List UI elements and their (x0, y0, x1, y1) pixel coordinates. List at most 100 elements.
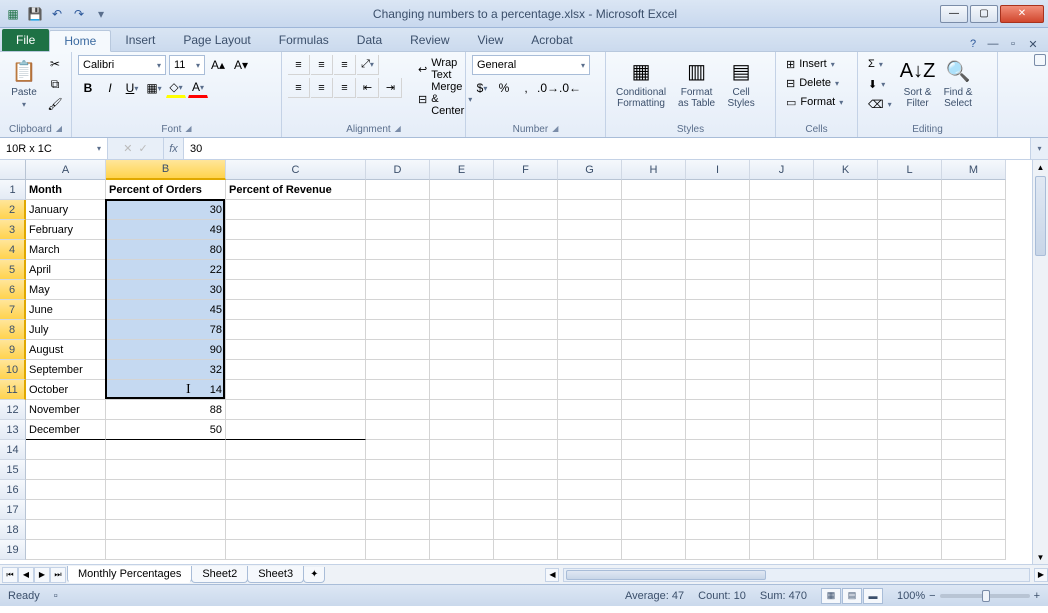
zoom-knob[interactable] (982, 590, 990, 602)
page-break-view-icon[interactable]: ▬ (863, 588, 883, 604)
close-workbook-icon[interactable]: ✕ (1026, 37, 1040, 51)
cell-G2[interactable] (558, 200, 622, 220)
cell-D9[interactable] (366, 340, 430, 360)
minimize-button[interactable]: — (940, 5, 968, 23)
cell-H3[interactable] (622, 220, 686, 240)
font-name-dropdown[interactable]: Calibri▾ (78, 55, 166, 75)
cell-E1[interactable] (430, 180, 494, 200)
cell-I2[interactable] (686, 200, 750, 220)
cell-J8[interactable] (750, 320, 814, 340)
cell-I6[interactable] (686, 280, 750, 300)
cell-K14[interactable] (814, 440, 878, 460)
new-sheet-button[interactable]: ✦ (303, 567, 325, 583)
cell-K13[interactable] (814, 420, 878, 440)
cell-J4[interactable] (750, 240, 814, 260)
cell-J3[interactable] (750, 220, 814, 240)
cancel-icon[interactable]: ✕ (123, 142, 132, 155)
cell-M4[interactable] (942, 240, 1006, 260)
cell-F11[interactable] (494, 380, 558, 400)
row-header-2[interactable]: 2 (0, 200, 26, 220)
redo-icon[interactable]: ↷ (70, 5, 88, 23)
cell-A18[interactable] (26, 520, 106, 540)
macro-record-icon[interactable]: ▫ (54, 590, 58, 602)
hscroll-thumb[interactable] (566, 570, 766, 580)
cell-G1[interactable] (558, 180, 622, 200)
cell-C11[interactable] (226, 380, 366, 400)
percent-format-icon[interactable]: % (494, 78, 514, 98)
cell-H10[interactable] (622, 360, 686, 380)
cell-K3[interactable] (814, 220, 878, 240)
cell-F8[interactable] (494, 320, 558, 340)
column-header-F[interactable]: F (494, 160, 558, 180)
cell-E16[interactable] (430, 480, 494, 500)
cell-K15[interactable] (814, 460, 878, 480)
underline-button[interactable]: U▾ (122, 78, 142, 98)
cell-J19[interactable] (750, 540, 814, 560)
cell-I8[interactable] (686, 320, 750, 340)
cell-G3[interactable] (558, 220, 622, 240)
format-cells-button[interactable]: ▭Format▾ (782, 93, 851, 111)
cell-A12[interactable]: November (26, 400, 106, 420)
row-header-1[interactable]: 1 (0, 180, 26, 200)
cell-M3[interactable] (942, 220, 1006, 240)
cell-F5[interactable] (494, 260, 558, 280)
cell-J2[interactable] (750, 200, 814, 220)
tab-review[interactable]: Review (396, 29, 463, 51)
cell-D15[interactable] (366, 460, 430, 480)
align-left-icon[interactable]: ≡ (288, 78, 310, 98)
cell-I10[interactable] (686, 360, 750, 380)
cell-G6[interactable] (558, 280, 622, 300)
cell-D4[interactable] (366, 240, 430, 260)
cell-J11[interactable] (750, 380, 814, 400)
cell-L8[interactable] (878, 320, 942, 340)
help-icon[interactable]: ? (966, 37, 980, 51)
cell-C2[interactable] (226, 200, 366, 220)
tab-insert[interactable]: Insert (111, 29, 169, 51)
cell-G11[interactable] (558, 380, 622, 400)
cell-H18[interactable] (622, 520, 686, 540)
row-header-10[interactable]: 10 (0, 360, 26, 380)
cell-A4[interactable]: March (26, 240, 106, 260)
qat-customize-icon[interactable]: ▾ (92, 5, 110, 23)
cell-H8[interactable] (622, 320, 686, 340)
cell-K9[interactable] (814, 340, 878, 360)
row-header-6[interactable]: 6 (0, 280, 26, 300)
last-sheet-icon[interactable]: ⏭ (50, 567, 66, 583)
cell-L5[interactable] (878, 260, 942, 280)
cell-G13[interactable] (558, 420, 622, 440)
row-header-16[interactable]: 16 (0, 480, 26, 500)
cell-B1[interactable]: Percent of Orders (106, 180, 226, 200)
cell-A6[interactable]: May (26, 280, 106, 300)
insert-cells-button[interactable]: ⊞Insert▾ (782, 55, 851, 73)
cell-B14[interactable] (106, 440, 226, 460)
formula-input[interactable]: 30 (184, 138, 1030, 159)
cell-C8[interactable] (226, 320, 366, 340)
cell-D13[interactable] (366, 420, 430, 440)
cell-D18[interactable] (366, 520, 430, 540)
cell-E13[interactable] (430, 420, 494, 440)
column-header-L[interactable]: L (878, 160, 942, 180)
cell-A2[interactable]: January (26, 200, 106, 220)
cell-L19[interactable] (878, 540, 942, 560)
cell-K7[interactable] (814, 300, 878, 320)
cell-J17[interactable] (750, 500, 814, 520)
cell-D17[interactable] (366, 500, 430, 520)
cell-E2[interactable] (430, 200, 494, 220)
horizontal-scrollbar[interactable] (563, 568, 1030, 582)
row-header-5[interactable]: 5 (0, 260, 26, 280)
cell-C3[interactable] (226, 220, 366, 240)
cell-C9[interactable] (226, 340, 366, 360)
cell-M16[interactable] (942, 480, 1006, 500)
cell-I14[interactable] (686, 440, 750, 460)
cell-D12[interactable] (366, 400, 430, 420)
cell-K5[interactable] (814, 260, 878, 280)
cell-A5[interactable]: April (26, 260, 106, 280)
close-button[interactable]: ✕ (1000, 5, 1044, 23)
cell-F7[interactable] (494, 300, 558, 320)
cell-L13[interactable] (878, 420, 942, 440)
cell-L7[interactable] (878, 300, 942, 320)
scroll-up-icon[interactable]: ▲ (1033, 160, 1048, 174)
cell-K11[interactable] (814, 380, 878, 400)
cell-H5[interactable] (622, 260, 686, 280)
cell-D10[interactable] (366, 360, 430, 380)
